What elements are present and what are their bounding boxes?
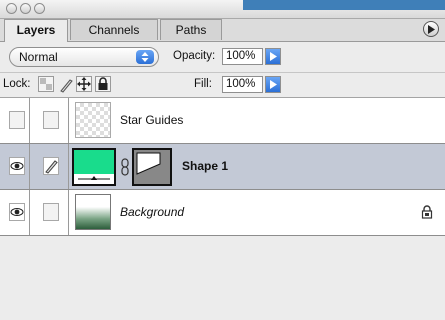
tab-layers[interactable]: Layers: [4, 19, 68, 42]
link-toggle[interactable]: [43, 203, 59, 221]
lock-all-button[interactable]: [95, 76, 111, 92]
tab-paths[interactable]: Paths: [160, 19, 222, 40]
column-divider: [29, 144, 30, 189]
layers-palette: Layers Channels Paths Normal Opacity: 10…: [0, 0, 445, 320]
layer-fill-thumbnail[interactable]: [72, 148, 116, 186]
palette-menu-button[interactable]: [423, 21, 439, 37]
zoom-window-button[interactable]: [34, 3, 45, 14]
eye-icon: [10, 208, 24, 216]
link-toggle[interactable]: [43, 111, 59, 129]
lock-transparency-button[interactable]: [38, 76, 54, 92]
column-divider: [68, 98, 69, 143]
opacity-label: Opacity:: [173, 50, 216, 62]
fill-slider-button[interactable]: [265, 76, 281, 93]
opacity-slider-button[interactable]: [265, 48, 281, 65]
lock-image-pixels-button[interactable]: [57, 76, 73, 93]
minimize-window-button[interactable]: [20, 3, 31, 14]
background-window-strip: [243, 0, 445, 10]
palette-title-bar[interactable]: [0, 0, 445, 19]
layers-list: Star Guides Shape 1 Background: [0, 98, 445, 320]
checkerboard-icon: [40, 78, 52, 90]
palette-tabs: Layers Channels Paths: [0, 19, 445, 42]
layer-row-star-guides[interactable]: Star Guides: [0, 98, 445, 144]
column-divider: [29, 98, 30, 143]
padlock-icon: [98, 77, 108, 90]
up-down-arrows-icon: [136, 50, 154, 64]
layer-thumbnail[interactable]: [75, 194, 111, 230]
layer-thumbnail[interactable]: [75, 102, 111, 138]
link-chain-icon[interactable]: [121, 158, 129, 181]
eye-icon: [10, 162, 24, 170]
column-divider: [68, 190, 69, 235]
triangle-right-icon: [270, 80, 277, 89]
layer-edit-toggle[interactable]: [43, 157, 59, 175]
triangle-right-icon: [428, 25, 435, 34]
fill-input[interactable]: 100%: [222, 76, 263, 93]
lock-position-button[interactable]: [76, 76, 92, 92]
blend-mode-value: Normal: [19, 50, 58, 64]
layer-name: Star Guides: [120, 113, 184, 127]
tab-channels[interactable]: Channels: [70, 19, 158, 40]
shape-mask-icon: [136, 152, 161, 175]
lock-label: Lock:: [3, 78, 31, 90]
blend-options-row: Normal Opacity: 100%: [0, 42, 445, 73]
brush-icon: [60, 79, 73, 93]
visibility-toggle[interactable]: [9, 203, 25, 221]
column-divider: [29, 190, 30, 235]
opacity-input[interactable]: 100%: [222, 48, 263, 65]
triangle-right-icon: [270, 52, 277, 61]
layer-name: Background: [120, 205, 185, 219]
blend-mode-select[interactable]: Normal: [9, 47, 159, 67]
layer-row-background[interactable]: Background: [0, 190, 445, 236]
padlock-icon: [421, 205, 433, 224]
column-divider: [68, 144, 69, 189]
visibility-toggle[interactable]: [9, 157, 25, 175]
brush-icon: [45, 160, 58, 174]
layer-row-shape-1[interactable]: Shape 1: [0, 144, 445, 190]
close-window-button[interactable]: [6, 3, 17, 14]
visibility-toggle[interactable]: [9, 111, 25, 129]
fill-label: Fill:: [194, 78, 212, 90]
move-arrows-icon: [77, 77, 91, 91]
fill-adjust-icon: [74, 174, 114, 184]
layer-name: Shape 1: [182, 159, 229, 173]
vector-mask-thumbnail[interactable]: [132, 148, 172, 186]
lock-fill-row: Lock: Fill: 100%: [0, 73, 445, 98]
